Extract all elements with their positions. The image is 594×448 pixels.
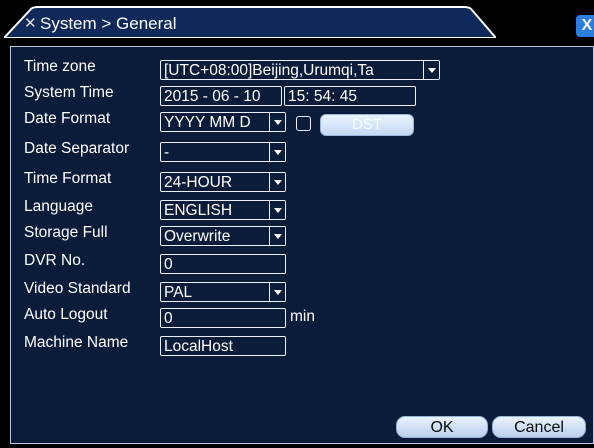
machine-name-input[interactable]: LocalHost: [160, 336, 286, 356]
auto-logout-input[interactable]: 0: [160, 308, 286, 328]
date-format-value: YYYY MM D: [164, 114, 251, 131]
video-standard-label: Video Standard: [24, 280, 131, 297]
chevron-down-icon[interactable]: [269, 227, 285, 245]
date-format-label: Date Format: [24, 110, 111, 127]
dst-button[interactable]: DST: [320, 114, 414, 136]
ok-button[interactable]: OK: [396, 416, 488, 438]
date-separator-label: Date Separator: [24, 140, 130, 157]
language-value: ENGLISH: [164, 202, 233, 219]
chevron-down-icon[interactable]: [269, 283, 285, 301]
language-select[interactable]: ENGLISH: [160, 200, 286, 220]
settings-window: ✕ System > General X Time zone [UTC+08:0…: [0, 0, 594, 448]
title-tab: ✕ System > General: [4, 0, 496, 38]
time-format-label: Time Format: [24, 170, 112, 187]
auto-logout-value: 0: [164, 310, 173, 327]
language-label: Language: [24, 198, 93, 215]
chevron-down-icon[interactable]: [269, 201, 285, 219]
auto-logout-unit: min: [290, 308, 315, 325]
system-time-label: System Time: [24, 84, 114, 101]
dvr-no-input[interactable]: 0: [160, 254, 286, 274]
system-time-input[interactable]: 15: 54: 45: [284, 86, 416, 106]
chevron-down-icon[interactable]: [269, 143, 285, 161]
date-separator-value: -: [164, 144, 170, 161]
dst-checkbox[interactable]: [296, 116, 311, 131]
window-title: System > General: [40, 14, 177, 33]
time-format-select[interactable]: 24-HOUR: [160, 172, 286, 192]
time-zone-select[interactable]: [UTC+08:00]Beijing,Urumqi,Ta: [160, 60, 440, 80]
title-bar: ✕ System > General X: [0, 0, 594, 40]
machine-name-label: Machine Name: [24, 334, 129, 351]
system-time-value: 15: 54: 45: [288, 88, 357, 105]
auto-logout-label: Auto Logout: [24, 306, 108, 323]
close-button[interactable]: X: [576, 15, 594, 37]
time-zone-label: Time zone: [24, 58, 96, 75]
chevron-down-icon[interactable]: [423, 61, 439, 79]
video-standard-value: PAL: [164, 284, 193, 301]
storage-full-select[interactable]: Overwrite: [160, 226, 286, 246]
video-standard-select[interactable]: PAL: [160, 282, 286, 302]
storage-full-label: Storage Full: [24, 224, 108, 241]
system-date-input[interactable]: 2015 - 06 - 10: [160, 86, 282, 106]
storage-full-value: Overwrite: [164, 228, 231, 245]
date-separator-select[interactable]: -: [160, 142, 286, 162]
chevron-down-icon[interactable]: [269, 173, 285, 191]
tools-icon: ✕: [24, 15, 37, 32]
dvr-no-label: DVR No.: [24, 252, 86, 269]
dvr-no-value: 0: [164, 256, 173, 273]
cancel-button[interactable]: Cancel: [492, 416, 586, 438]
date-format-select[interactable]: YYYY MM D: [160, 112, 286, 132]
time-format-value: 24-HOUR: [164, 174, 233, 191]
machine-name-value: LocalHost: [164, 338, 233, 355]
time-zone-value: [UTC+08:00]Beijing,Urumqi,Ta: [164, 62, 374, 79]
chevron-down-icon[interactable]: [269, 113, 285, 131]
system-date-value: 2015 - 06 - 10: [164, 88, 261, 105]
